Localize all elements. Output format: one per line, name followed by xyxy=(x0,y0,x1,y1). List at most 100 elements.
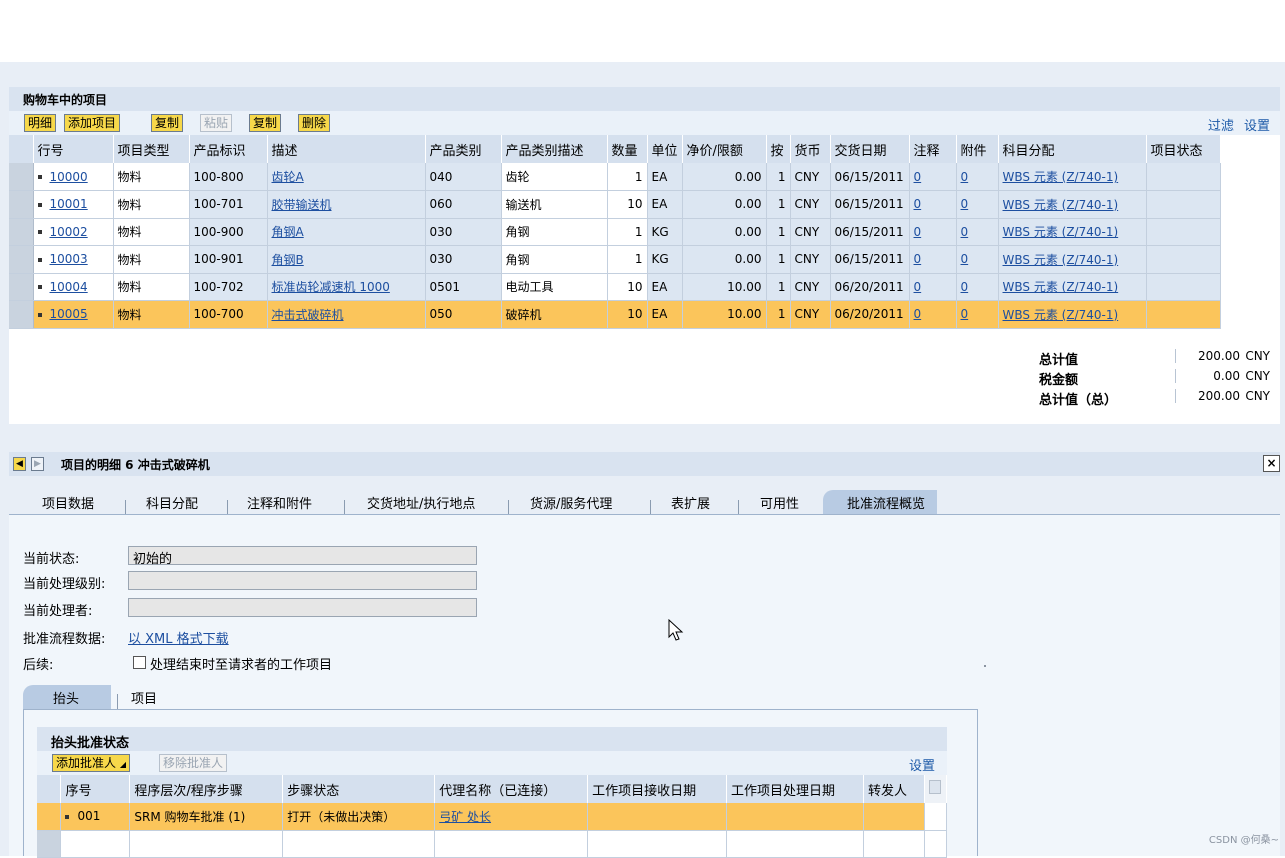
row-selector[interactable] xyxy=(37,830,62,858)
tab-availability[interactable]: 可用性 xyxy=(760,490,799,514)
notes-link[interactable]: 0 xyxy=(914,225,922,239)
account-assignment-link[interactable]: WBS 元素 (Z/740-1) xyxy=(1003,225,1119,239)
add-approver-button[interactable]: 添加批准人 ◢ xyxy=(52,754,130,772)
select-all-header[interactable] xyxy=(37,775,62,803)
description-link[interactable]: 冲击式破碎机 xyxy=(272,308,344,322)
table-row[interactable]: 10003 物料 100-901 角钢B 030 角钢 1 KG 0.00 1 CNY 06/15/2… xyxy=(9,245,1221,274)
col-header[interactable]: 程序层次/程序步骤 xyxy=(129,775,284,803)
col-header[interactable]: 项目类型 xyxy=(113,135,190,163)
attachments-link[interactable]: 0 xyxy=(961,252,969,266)
table-row[interactable]: 10005 物料 100-700 冲击式破碎机 050 破碎机 10 EA 10.00 1 CNY 0… xyxy=(9,300,1221,329)
table-row[interactable]: 10000 物料 100-800 齿轮A 040 齿轮 1 EA 0.00 1 CNY 06/15/2… xyxy=(9,163,1221,191)
line-link[interactable]: 10005 xyxy=(50,307,88,321)
notes-link[interactable]: 0 xyxy=(914,197,922,211)
attachments-link[interactable]: 0 xyxy=(961,280,969,294)
filter-link[interactable]: 过滤 xyxy=(1208,119,1234,134)
col-header[interactable]: 项目状态 xyxy=(1146,135,1221,163)
col-header[interactable]: 科目分配 xyxy=(998,135,1147,163)
account-assignment-link[interactable]: WBS 元素 (Z/740-1) xyxy=(1003,280,1119,294)
tab-account-assignment[interactable]: 科目分配 xyxy=(146,490,198,514)
settings-link[interactable]: 设置 xyxy=(1244,119,1270,134)
col-header[interactable]: 行号 xyxy=(33,135,114,163)
copy-button[interactable]: 复制 xyxy=(151,114,184,132)
subtab-header[interactable]: 抬头 xyxy=(23,685,111,709)
detail-button[interactable]: 明细 xyxy=(24,114,57,132)
follow-up-checkbox[interactable] xyxy=(133,656,146,669)
close-icon[interactable]: × xyxy=(1263,455,1280,472)
row-selector[interactable] xyxy=(37,803,62,831)
line-link[interactable]: 10000 xyxy=(50,170,88,184)
scrollbar-up[interactable] xyxy=(924,775,948,803)
remove-approver-button[interactable]: 移除批准人 xyxy=(159,754,228,772)
line-link[interactable]: 10002 xyxy=(50,225,88,239)
tab-item-data[interactable]: 项目数据 xyxy=(42,490,94,514)
previous-item-icon[interactable]: ◀ xyxy=(13,457,26,471)
select-all-header[interactable] xyxy=(9,135,34,163)
col-header[interactable]: 工作项目处理日期 xyxy=(726,775,864,803)
col-header[interactable]: 步骤状态 xyxy=(282,775,436,803)
table-row[interactable]: 10002 物料 100-900 角钢A 030 角钢 1 KG 0.00 1 CNY 06/15/2… xyxy=(9,218,1221,246)
col-header[interactable]: 附件 xyxy=(956,135,999,163)
description-link[interactable]: 齿轮A xyxy=(272,170,304,184)
scrollbar-track[interactable] xyxy=(924,803,948,831)
table-row[interactable]: 10004 物料 100-702 标准齿轮减速机 1000 0501 电动工具 10 EA 10… xyxy=(9,273,1221,301)
agent-link[interactable]: 弓矿 处长 xyxy=(439,810,491,824)
tab-approval-overview[interactable]: 批准流程概览 xyxy=(823,490,938,514)
notes-link[interactable]: 0 xyxy=(914,170,922,184)
col-header[interactable]: 产品标识 xyxy=(189,135,268,163)
attachments-link[interactable]: 0 xyxy=(961,225,969,239)
next-item-icon[interactable]: ▶ xyxy=(31,457,44,471)
col-header[interactable]: 产品类别 xyxy=(425,135,502,163)
attachments-link[interactable]: 0 xyxy=(961,170,969,184)
attachments-link[interactable]: 0 xyxy=(961,307,969,321)
notes-link[interactable]: 0 xyxy=(914,280,922,294)
description-link[interactable]: 角钢A xyxy=(272,225,304,239)
table-row[interactable]: 10001 物料 100-701 胶带输送机 060 输送机 10 EA 0.00 1 CNY 06/… xyxy=(9,190,1221,219)
notes-link[interactable]: 0 xyxy=(914,307,922,321)
col-header[interactable]: 交货日期 xyxy=(830,135,910,163)
tab-extensions[interactable]: 表扩展 xyxy=(671,490,710,514)
line-link[interactable]: 10004 xyxy=(50,280,88,294)
delete-button[interactable]: 删除 xyxy=(298,114,331,132)
table-row[interactable] xyxy=(37,830,948,858)
col-header[interactable]: 工作项目接收日期 xyxy=(587,775,728,803)
paste-button[interactable]: 粘贴 xyxy=(200,114,233,132)
notes-link[interactable]: 0 xyxy=(914,252,922,266)
account-assignment-link[interactable]: WBS 元素 (Z/740-1) xyxy=(1003,308,1119,322)
col-header[interactable]: 产品类别描述 xyxy=(501,135,608,163)
account-assignment-link[interactable]: WBS 元素 (Z/740-1) xyxy=(1003,170,1119,184)
row-selector[interactable] xyxy=(9,245,34,274)
copy-button-2[interactable]: 复制 xyxy=(249,114,282,132)
col-header[interactable]: 货币 xyxy=(790,135,831,163)
line-link[interactable]: 10001 xyxy=(50,197,88,211)
col-header[interactable]: 序号 xyxy=(60,775,131,803)
row-selector[interactable] xyxy=(9,190,34,219)
col-header[interactable]: 按 xyxy=(766,135,791,163)
row-selector[interactable] xyxy=(9,163,34,191)
tab-delivery-address[interactable]: 交货地址/执行地点 xyxy=(367,490,475,514)
tab-source-of-supply[interactable]: 货源/服务代理 xyxy=(530,490,612,514)
table-row[interactable]: 001 SRM 购物车批准 (1) 打开（未做出决策） 弓矿 处长 xyxy=(37,803,948,831)
row-selector[interactable] xyxy=(9,300,34,329)
description-link[interactable]: 胶带输送机 xyxy=(272,198,332,212)
description-link[interactable]: 标准齿轮减速机 1000 xyxy=(272,280,390,294)
attachments-link[interactable]: 0 xyxy=(961,197,969,211)
line-link[interactable]: 10003 xyxy=(50,252,88,266)
col-header[interactable]: 描述 xyxy=(267,135,426,163)
account-assignment-link[interactable]: WBS 元素 (Z/740-1) xyxy=(1003,198,1119,212)
tab-notes-attachments[interactable]: 注释和附件 xyxy=(247,490,312,514)
row-selector[interactable] xyxy=(9,218,34,246)
description-link[interactable]: 角钢B xyxy=(272,253,304,267)
subtab-item[interactable]: 项目 xyxy=(131,688,157,707)
col-header[interactable]: 代理名称（已连接） xyxy=(434,775,589,803)
row-selector[interactable] xyxy=(9,273,34,301)
col-header[interactable]: 单位 xyxy=(647,135,683,163)
add-item-button[interactable]: 添加项目 xyxy=(64,114,121,132)
col-header[interactable]: 净价/限额 xyxy=(682,135,767,163)
account-assignment-link[interactable]: WBS 元素 (Z/740-1) xyxy=(1003,253,1119,267)
approval-settings-link[interactable]: 设置 xyxy=(909,755,935,774)
col-header[interactable]: 数量 xyxy=(607,135,648,163)
download-xml-link[interactable]: 以 XML 格式下载 xyxy=(128,628,229,647)
col-header[interactable]: 转发人 xyxy=(863,775,925,803)
col-header[interactable]: 注释 xyxy=(909,135,957,163)
